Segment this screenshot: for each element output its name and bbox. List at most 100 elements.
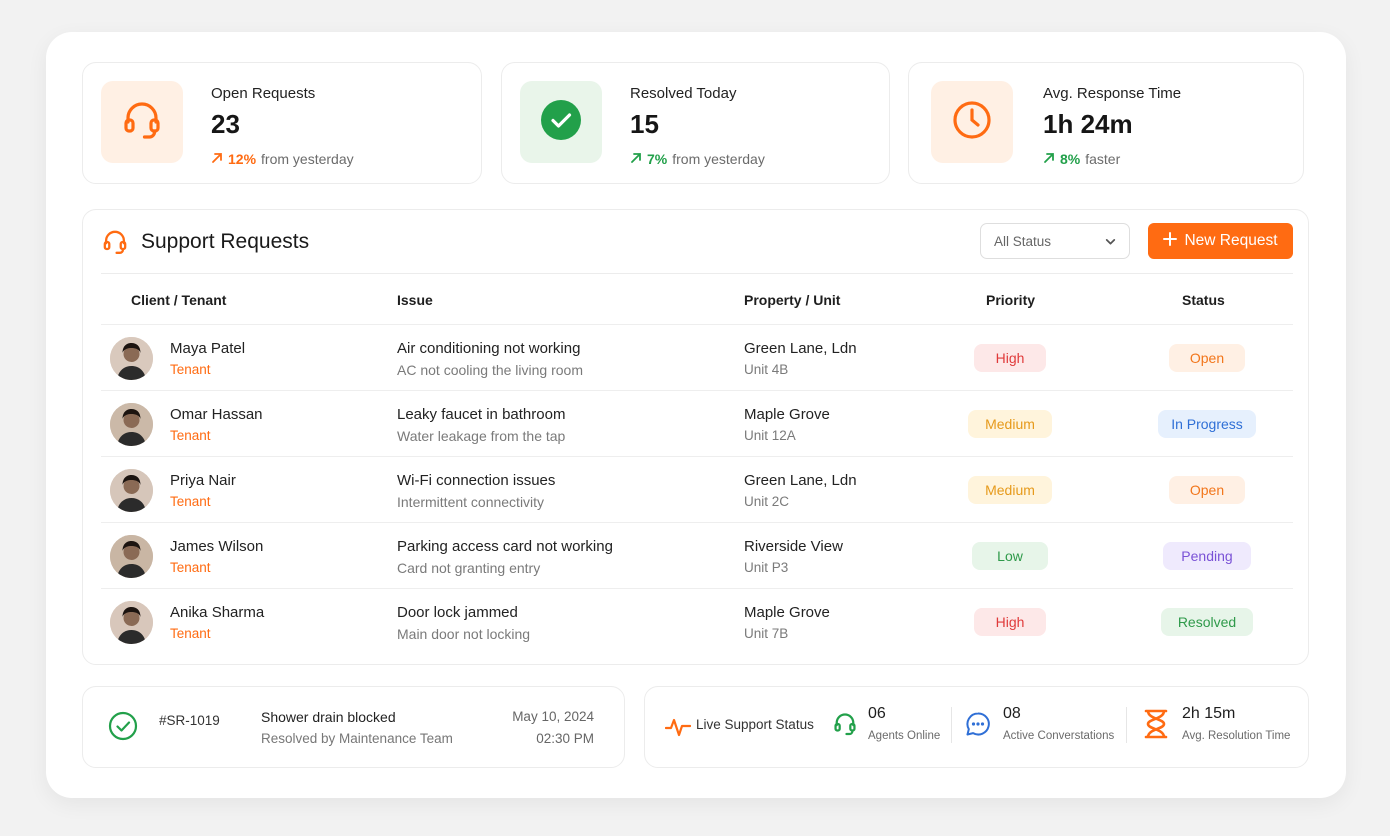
priority-badge: High: [974, 608, 1046, 636]
avg-resolution-label: Avg. Resolution Time: [1182, 730, 1291, 742]
chat-bubble-icon: [965, 711, 991, 742]
status-badge: Pending: [1163, 542, 1251, 570]
client-role: Tenant: [170, 494, 211, 509]
support-requests-card: Support Requests All Status New Request …: [82, 209, 1309, 665]
check-circle-icon: [540, 99, 582, 146]
status-filter-value: All Status: [994, 233, 1052, 249]
metric-divider: [951, 707, 952, 743]
active-conversations-value: 08: [1003, 705, 1021, 722]
trend-percent: 12%: [228, 151, 257, 167]
avatar: [110, 535, 153, 578]
column-header-property: Property / Unit: [744, 292, 841, 308]
headset-icon: [832, 711, 858, 742]
trend-text: faster: [1085, 151, 1121, 167]
active-conversations-label: Active Converstations: [1003, 730, 1115, 742]
header-divider: [101, 273, 1293, 274]
stat-icon-container: [931, 81, 1013, 163]
issue-detail: Intermittent connectivity: [397, 494, 545, 510]
table-row[interactable]: James Wilson Tenant Parking access card no…: [101, 522, 1293, 588]
issue-title: Door lock jammed: [397, 604, 518, 621]
column-header-priority: Priority: [986, 292, 1036, 308]
metric-divider: [1126, 707, 1127, 743]
property-unit: Unit 4B: [744, 362, 789, 377]
client-name: James Wilson: [170, 538, 264, 555]
table-row[interactable]: Maya Patel Tenant Air conditioning not wor…: [101, 324, 1293, 390]
stat-title: Resolved Today: [630, 85, 737, 102]
avatar: [110, 601, 153, 644]
issue-title: Wi-Fi connection issues: [397, 472, 556, 489]
property-unit: Unit P3: [744, 560, 789, 575]
status-badge: Open: [1169, 476, 1245, 504]
clock-icon: [950, 98, 994, 147]
table-row[interactable]: Priya Nair Tenant Wi-Fi connection issues I…: [101, 456, 1293, 522]
property-name: Maple Grove: [744, 406, 830, 423]
avg-resolution-value: 2h 15m: [1182, 705, 1236, 722]
live-status-label: Live Support Status: [696, 717, 814, 732]
agents-online-value: 06: [868, 705, 886, 722]
status-filter-dropdown[interactable]: All Status: [980, 223, 1130, 259]
status-badge: Open: [1169, 344, 1245, 372]
client-role: Tenant: [170, 626, 211, 641]
new-request-button[interactable]: New Request: [1148, 223, 1293, 259]
recent-resolved-card[interactable]: #SR-1019 Shower drain blocked Resolved b…: [82, 686, 625, 768]
table-row[interactable]: Anika Sharma Tenant Door lock jammed Main d…: [101, 588, 1293, 654]
trend-percent: 8%: [1060, 151, 1081, 167]
client-role: Tenant: [170, 560, 211, 575]
stat-card-response-time: Avg. Response Time 1h 24m 8% faster: [908, 62, 1304, 184]
issue-detail: AC not cooling the living room: [397, 362, 583, 378]
column-header-client: Client / Tenant: [131, 292, 227, 308]
table-row[interactable]: Omar Hassan Tenant Leaky faucet in bathroo…: [101, 390, 1293, 456]
issue-detail: Card not granting entry: [397, 560, 541, 576]
trend-text: from yesterday: [261, 151, 354, 167]
issue-title: Leaky faucet in bathroom: [397, 406, 566, 423]
stat-value: 15: [630, 109, 659, 139]
check-circle-outline-icon: [108, 711, 138, 746]
priority-badge: Medium: [968, 410, 1052, 438]
property-name: Maple Grove: [744, 604, 830, 621]
stat-icon-container: [101, 81, 183, 163]
hourglass-icon: [1143, 709, 1169, 744]
trend-text: from yesterday: [672, 151, 765, 167]
stat-trend: 12% from yesterday: [211, 151, 354, 167]
priority-badge: High: [974, 344, 1046, 372]
client-name: Maya Patel: [170, 340, 246, 357]
live-support-status-card: Live Support Status 06 Agents Online 08 …: [644, 686, 1309, 768]
status-badge: Resolved: [1161, 608, 1253, 636]
dashboard-panel: Open Requests 23 12% from yesterday Reso…: [46, 32, 1346, 798]
stat-value: 23: [211, 109, 240, 139]
recent-subtitle: Resolved by Maintenance Team: [261, 731, 453, 746]
column-header-issue: Issue: [397, 292, 433, 308]
headset-icon: [101, 228, 129, 261]
stat-trend: 8% faster: [1043, 151, 1120, 167]
priority-badge: Low: [972, 542, 1048, 570]
stat-value: 1h 24m: [1043, 109, 1133, 139]
recent-time: 02:30 PM: [536, 731, 594, 746]
issue-detail: Main door not locking: [397, 626, 531, 642]
priority-badge: Medium: [968, 476, 1052, 504]
recent-title: Shower drain blocked: [261, 709, 396, 725]
arrow-up-right-icon: [1043, 151, 1055, 167]
plus-icon: [1163, 231, 1178, 251]
section-title: Support Requests: [141, 230, 310, 253]
chevron-down-icon: [1104, 235, 1117, 251]
avatar: [110, 469, 153, 512]
property-name: Green Lane, Ldn: [744, 340, 857, 357]
client-role: Tenant: [170, 428, 211, 443]
agents-online-label: Agents Online: [868, 730, 941, 742]
property-unit: Unit 7B: [744, 626, 789, 641]
property-name: Green Lane, Ldn: [744, 472, 857, 489]
client-name: Anika Sharma: [170, 604, 265, 621]
stat-title: Open Requests: [211, 85, 316, 102]
stat-card-resolved-today: Resolved Today 15 7% from yesterday: [501, 62, 890, 184]
column-header-status: Status: [1182, 292, 1225, 308]
property-unit: Unit 12A: [744, 428, 796, 443]
client-name: Omar Hassan: [170, 406, 263, 423]
issue-title: Parking access card not working: [397, 538, 613, 555]
client-name: Priya Nair: [170, 472, 236, 489]
activity-pulse-icon: [664, 715, 692, 744]
stat-title: Avg. Response Time: [1043, 85, 1182, 102]
recent-date: May 10, 2024: [512, 709, 594, 724]
request-id: #SR-1019: [159, 713, 220, 728]
issue-title: Air conditioning not working: [397, 340, 581, 357]
property-unit: Unit 2C: [744, 494, 790, 509]
